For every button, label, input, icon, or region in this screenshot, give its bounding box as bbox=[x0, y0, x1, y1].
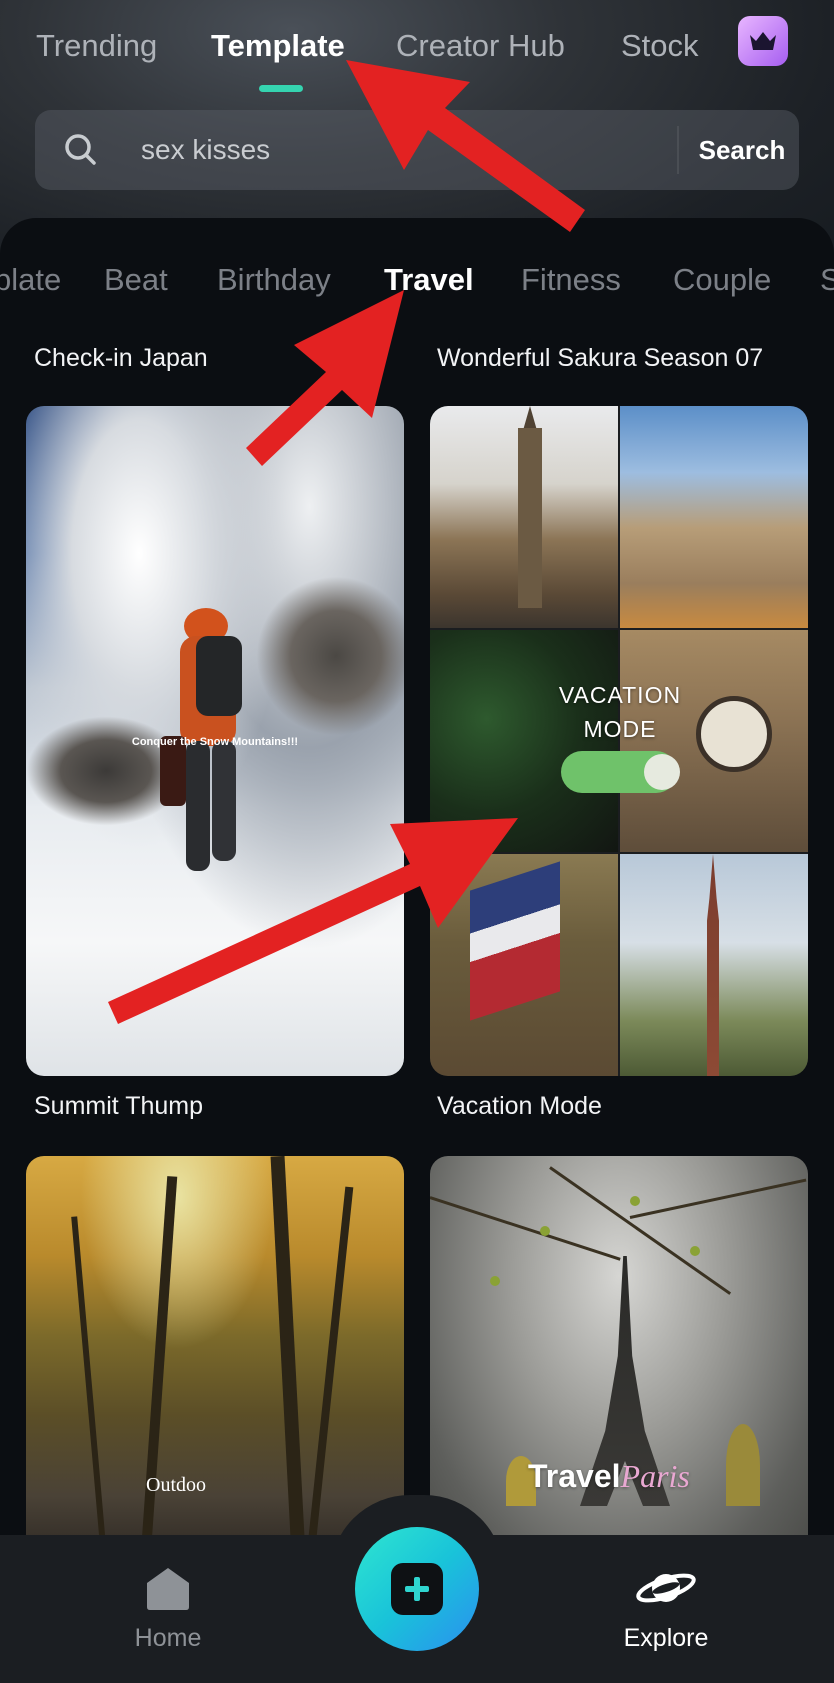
search-bar: Search bbox=[35, 110, 799, 190]
premium-button[interactable] bbox=[738, 16, 788, 66]
branch bbox=[549, 1166, 732, 1295]
template-title[interactable]: Summit Thump bbox=[34, 1092, 203, 1121]
template-panel: plate Beat Birthday Travel Fitness Coupl… bbox=[0, 218, 834, 1538]
branch bbox=[430, 1196, 621, 1261]
tab-template[interactable]: Template bbox=[211, 28, 345, 64]
tab-stock[interactable]: Stock bbox=[621, 28, 699, 64]
toggle-knob bbox=[644, 754, 680, 790]
caption-travel: Travel bbox=[528, 1458, 621, 1494]
nav-explore-label: Explore bbox=[623, 1624, 709, 1652]
category-tab-couple[interactable]: Couple bbox=[673, 262, 771, 298]
home-icon bbox=[147, 1568, 189, 1610]
thumbnail-caption: Outdoo bbox=[146, 1474, 206, 1496]
template-title[interactable]: Vacation Mode bbox=[437, 1092, 602, 1121]
thumbnail-caption: Conquer the Snow Mountains!!! bbox=[131, 736, 299, 748]
tab-creator-hub[interactable]: Creator Hub bbox=[396, 28, 565, 64]
create-button-inner bbox=[391, 1563, 443, 1615]
template-thumbnail-outdoor[interactable]: Outdoo bbox=[26, 1156, 404, 1538]
planet-icon bbox=[636, 1573, 696, 1603]
photo-tile bbox=[620, 406, 808, 628]
active-tab-indicator bbox=[259, 85, 303, 92]
search-input[interactable] bbox=[107, 110, 667, 190]
bud bbox=[540, 1226, 550, 1236]
search-divider bbox=[677, 126, 679, 174]
crown-icon bbox=[750, 32, 776, 50]
category-tab-fitness[interactable]: Fitness bbox=[521, 262, 621, 298]
caption-paris: Paris bbox=[620, 1458, 690, 1494]
create-button[interactable] bbox=[355, 1527, 479, 1651]
template-thumbnail-summit-thump[interactable]: Conquer the Snow Mountains!!! bbox=[26, 406, 404, 1076]
tree-trunk bbox=[306, 1186, 354, 1538]
category-tab-beat[interactable]: Beat bbox=[104, 262, 168, 298]
thumbnail-caption: TravelParis bbox=[528, 1458, 690, 1495]
clock-face bbox=[696, 696, 772, 772]
top-tab-bar: Trending Template Creator Hub Stock bbox=[0, 0, 834, 100]
tab-trending[interactable]: Trending bbox=[36, 28, 157, 64]
category-tab-more[interactable]: S bbox=[820, 262, 834, 298]
search-icon bbox=[65, 134, 96, 165]
template-title[interactable]: Wonderful Sakura Season 07 bbox=[437, 344, 763, 373]
template-title[interactable]: Check-in Japan bbox=[34, 344, 208, 373]
bud bbox=[490, 1276, 500, 1286]
thumbnail-caption: VACATION MODE bbox=[558, 682, 682, 742]
category-tab-template[interactable]: plate bbox=[0, 262, 61, 298]
hiker-figure bbox=[160, 608, 242, 871]
template-thumbnail-vacation-mode[interactable]: VACATION MODE bbox=[430, 406, 808, 1076]
dome bbox=[726, 1424, 760, 1506]
nav-home[interactable]: Home bbox=[118, 1565, 218, 1653]
tree-trunk bbox=[270, 1156, 306, 1538]
category-tab-birthday[interactable]: Birthday bbox=[217, 262, 331, 298]
nav-home-label: Home bbox=[134, 1624, 202, 1652]
nav-explore[interactable]: Explore bbox=[616, 1565, 716, 1653]
search-button[interactable]: Search bbox=[685, 110, 799, 190]
branch bbox=[629, 1178, 807, 1219]
thumbnail-rock bbox=[256, 576, 404, 736]
bud bbox=[630, 1196, 640, 1206]
category-tab-travel[interactable]: Travel bbox=[384, 262, 474, 298]
template-thumbnail-travel-paris[interactable]: TravelParis bbox=[430, 1156, 808, 1538]
bud bbox=[690, 1246, 700, 1256]
clock-tower bbox=[518, 428, 542, 608]
tree-trunk bbox=[71, 1216, 107, 1538]
plus-icon bbox=[405, 1577, 429, 1601]
